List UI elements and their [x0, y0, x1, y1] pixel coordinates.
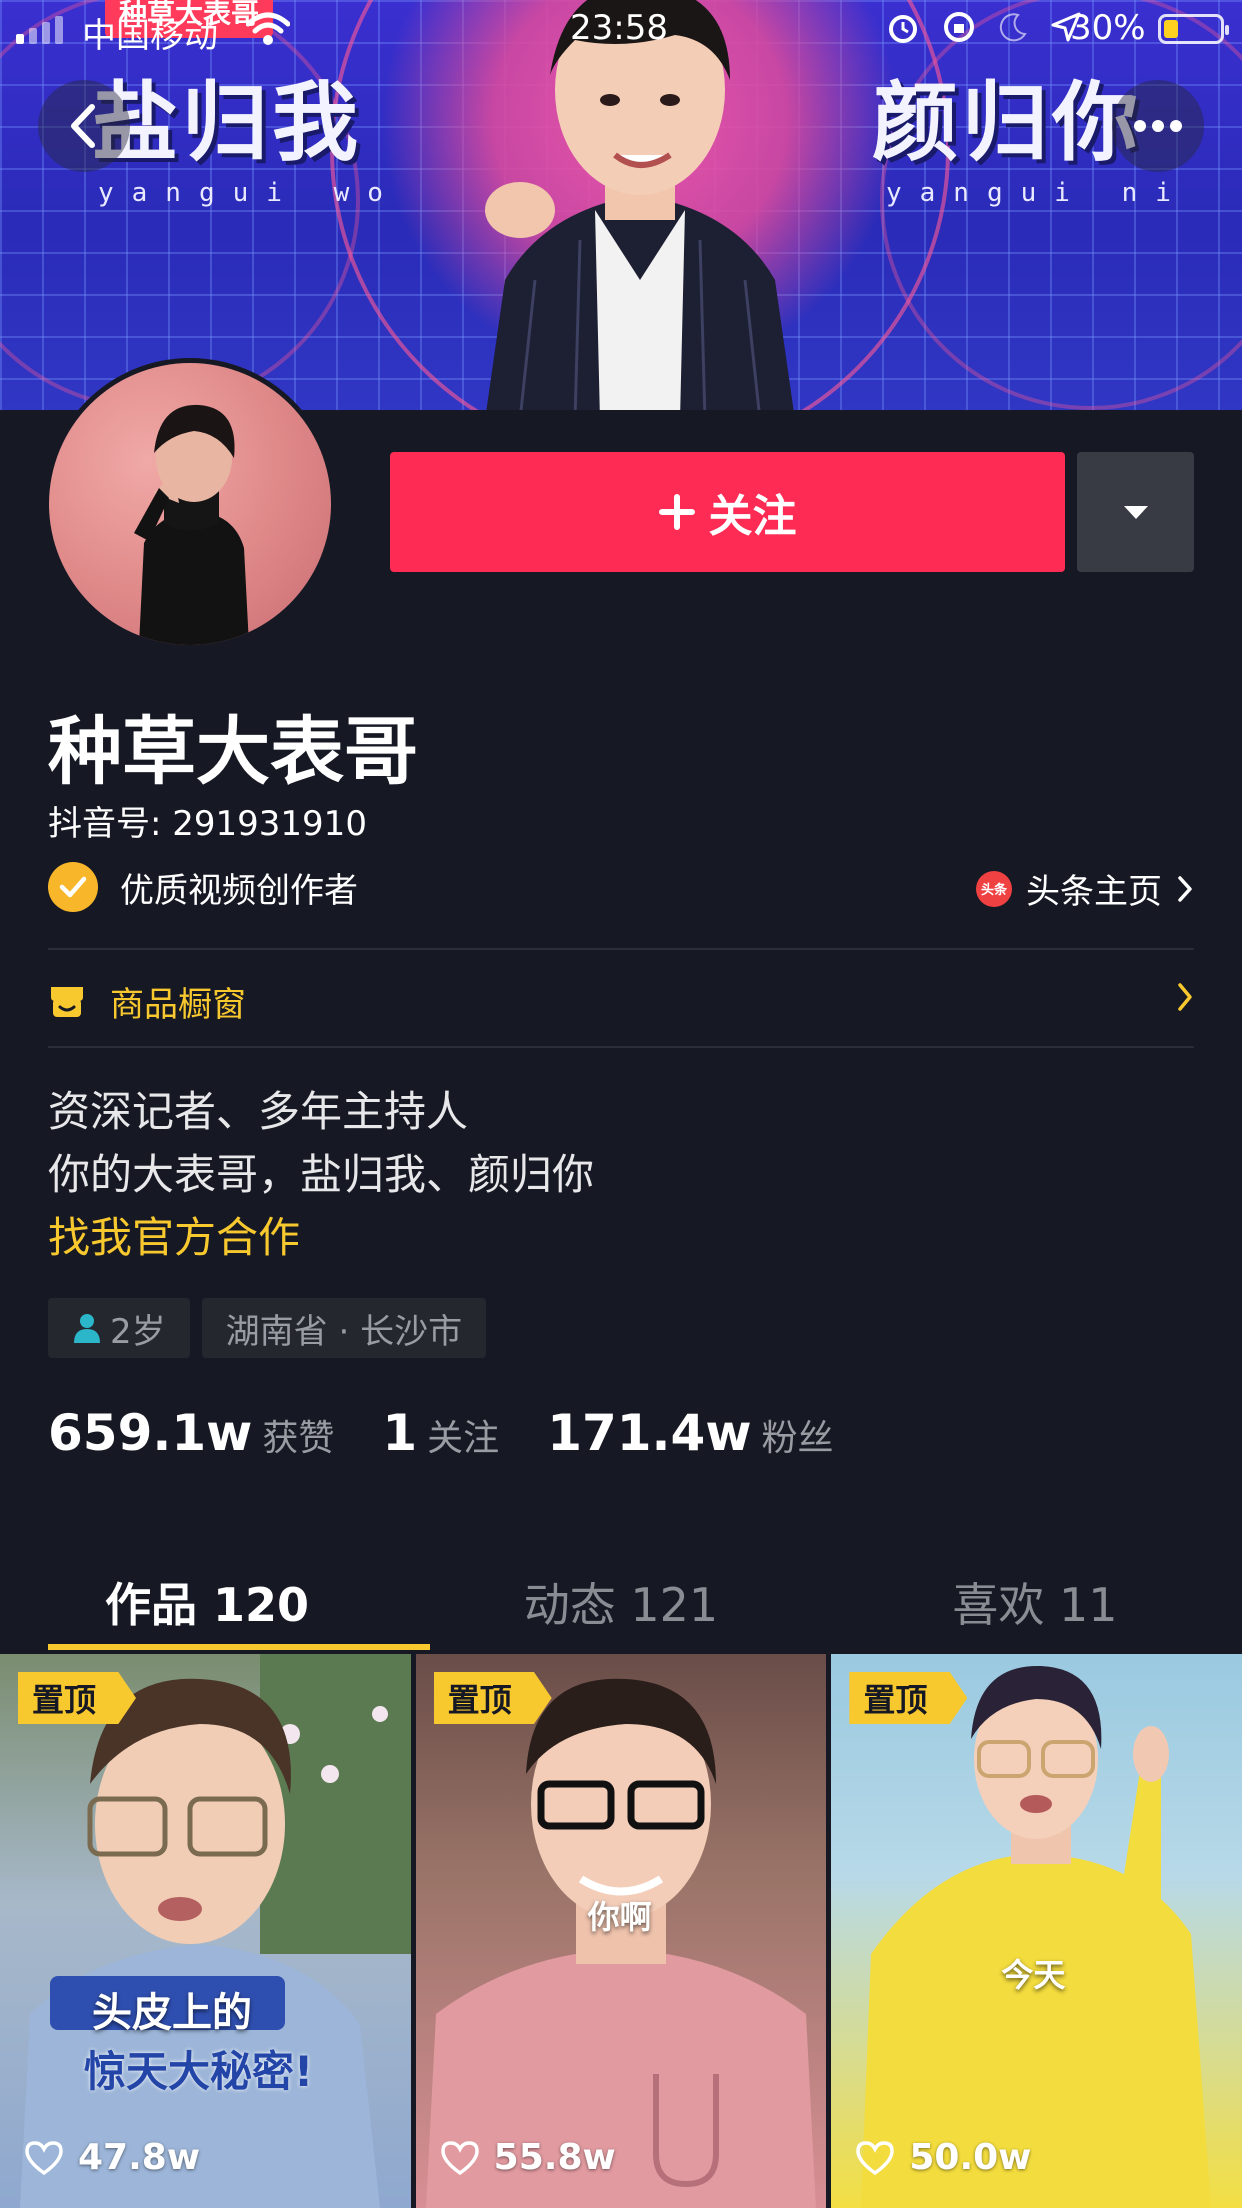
fans-count: 171.4w — [547, 1404, 752, 1462]
person-icon — [74, 1314, 100, 1343]
status-time: 23:58 — [570, 8, 668, 48]
shop-window-row[interactable]: 商品橱窗 — [48, 978, 1194, 1025]
video-caption: 你啊 — [587, 1898, 652, 1936]
fans-stat[interactable]: 171.4w 粉丝 — [547, 1404, 833, 1462]
divider — [48, 948, 1194, 950]
tab-posts[interactable]: 动态 121 — [414, 1552, 828, 1652]
toutiao-logo-icon: 头条 — [976, 870, 1012, 907]
pinned-badge: 置顶 — [18, 1672, 137, 1724]
alarm-icon — [889, 15, 917, 43]
back-button[interactable] — [38, 80, 130, 172]
video-likes-count: 47.8w — [78, 2137, 201, 2178]
video-thumbnail[interactable]: 今天 置顶 50.0w — [831, 1654, 1242, 2208]
age-label: 2岁 — [110, 1311, 166, 1352]
likes-label: 获赞 — [262, 1418, 335, 1459]
banner-right-title: 颜归你 — [872, 73, 1142, 173]
profile-bio: 资深记者、多年主持人 你的大表哥，盐归我、颜归你 找我官方合作 — [48, 1080, 594, 1269]
banner-person-image — [485, 0, 794, 410]
wifi-icon — [246, 12, 290, 45]
video-caption: 头皮上的 — [92, 1990, 252, 2036]
plus-icon — [658, 494, 695, 530]
profile-tags: 2岁 湖南省 · 长沙市 — [48, 1298, 487, 1358]
likes-count: 659.1w — [48, 1404, 253, 1462]
more-dots-icon — [1134, 120, 1182, 132]
signal-icon — [16, 16, 63, 44]
triangle-down-icon — [1123, 506, 1148, 519]
video-likes: 47.8w — [24, 2137, 200, 2178]
video-likes-count: 55.8w — [493, 2137, 616, 2178]
video-thumbnail-image — [861, 1665, 1212, 2208]
tab-liked[interactable]: 喜欢 11 — [828, 1552, 1242, 1652]
age-tag: 2岁 — [48, 1298, 190, 1358]
follow-label: 关注 — [708, 491, 797, 542]
video-likes: 50.0w — [855, 2137, 1031, 2178]
rotation-lock-icon — [944, 12, 974, 42]
location-tag: 湖南省 · 长沙市 — [201, 1298, 487, 1358]
chevron-right-icon — [1178, 983, 1192, 1011]
battery-icon — [1158, 14, 1229, 44]
profile-banner: 种草大表哥 盐归我 yangui wo 颜归你 yangui ni — [0, 0, 1242, 410]
video-thumbnail[interactable]: 你啊 置顶 55.8w — [415, 1654, 827, 2208]
divider — [48, 1046, 1194, 1048]
following-stat[interactable]: 1 关注 — [382, 1404, 499, 1462]
video-likes: 55.8w — [440, 2137, 616, 2178]
active-tab-indicator — [48, 1644, 430, 1650]
avatar[interactable] — [44, 358, 336, 650]
more-button[interactable] — [1112, 80, 1204, 172]
bio-line: 你的大表哥，盐归我、颜归你 — [48, 1150, 595, 1199]
location-label: 湖南省 · 长沙市 — [225, 1311, 463, 1352]
battery-percent: 30% — [1070, 8, 1146, 48]
profile-stats: 659.1w 获赞 1 关注 171.4w 粉丝 — [48, 1404, 882, 1462]
verified-label: 优质视频创作者 — [120, 870, 358, 911]
moon-icon — [999, 13, 1027, 42]
pinned-badge: 置顶 — [433, 1672, 552, 1724]
shop-label: 商品橱窗 — [110, 984, 246, 1025]
video-thumbnail-image — [20, 1654, 411, 2208]
video-caption: 惊天大秘密! — [84, 2047, 314, 2096]
fans-label: 粉丝 — [761, 1418, 834, 1459]
status-bar: 中国移动 23:58 30% — [0, 0, 1242, 60]
shop-icon — [51, 987, 83, 1017]
video-grid: 头皮上的 惊天大秘密! 置顶 47.8w 你啊 置顶 55.8w 今天 置顶 5… — [0, 1654, 1242, 2208]
recommend-dropdown-button[interactable] — [1077, 452, 1194, 572]
video-caption: 今天 — [1001, 1956, 1066, 1994]
chevron-right-icon — [1178, 875, 1192, 902]
heart-icon — [440, 2140, 479, 2175]
verified-badge: 优质视频创作者 — [48, 862, 358, 912]
heart-icon — [856, 2140, 895, 2175]
toutiao-label: 头条主页 — [1026, 872, 1162, 912]
profile-name: 种草大表哥 — [48, 709, 418, 795]
toutiao-homepage-link[interactable]: 头条 头条主页 — [976, 864, 1194, 913]
banner-left-subtitle: yangui wo — [98, 178, 401, 208]
business-cooperation-link[interactable]: 找我官方合作 — [48, 1206, 594, 1269]
chevron-left-icon — [71, 104, 95, 148]
banner-left-title: 盐归我 — [92, 73, 362, 173]
douyin-id: 抖音号: 291931910 — [48, 804, 367, 844]
carrier-name: 中国移动 — [82, 16, 218, 56]
verified-check-icon — [48, 862, 98, 912]
video-likes-count: 50.0w — [909, 2137, 1032, 2178]
video-thumbnail[interactable]: 头皮上的 惊天大秘密! 置顶 47.8w — [0, 1654, 411, 2208]
pinned-badge: 置顶 — [849, 1672, 968, 1724]
following-count: 1 — [382, 1404, 418, 1462]
bio-line: 资深记者、多年主持人 — [48, 1087, 469, 1136]
following-label: 关注 — [427, 1418, 500, 1459]
banner-right-subtitle: yangui ni — [886, 178, 1189, 208]
follow-button[interactable]: 关注 — [390, 452, 1065, 572]
content-tabs: 作品 120 动态 121 喜欢 11 — [0, 1552, 1242, 1652]
status-right-icons — [886, 10, 1082, 44]
heart-icon — [25, 2140, 63, 2175]
avatar-image — [49, 363, 331, 645]
likes-stat: 659.1w 获赞 — [48, 1404, 334, 1462]
tab-works[interactable]: 作品 120 — [0, 1552, 414, 1652]
